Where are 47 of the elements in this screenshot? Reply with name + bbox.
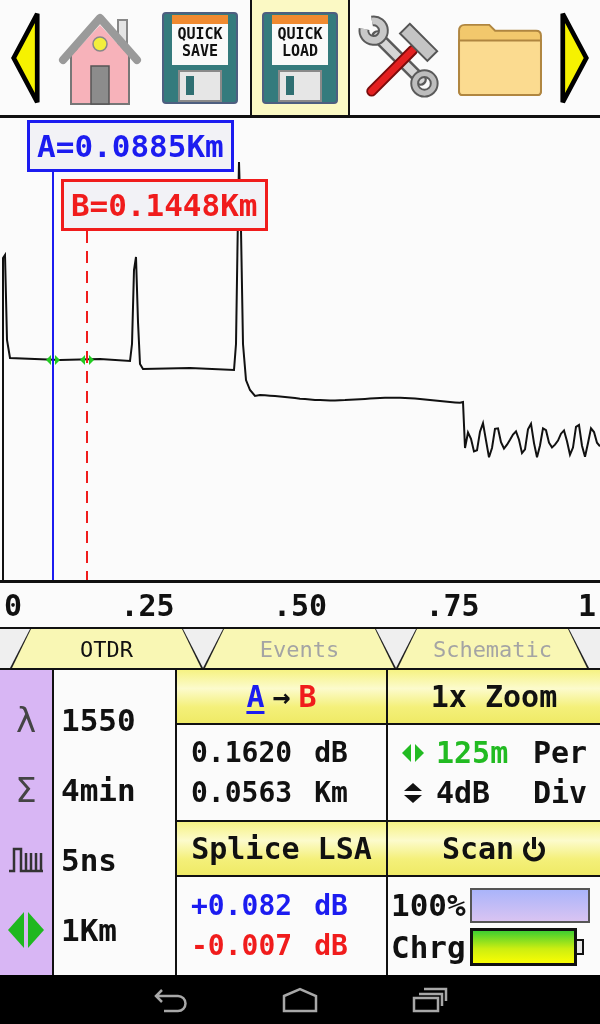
scale-unit: Div xyxy=(533,773,589,812)
floppy-shutter-icon xyxy=(278,69,322,102)
setting-value[interactable]: 4min xyxy=(61,772,136,808)
cursor-marker-icon xyxy=(79,355,94,365)
up-down-arrows-icon xyxy=(402,782,424,803)
splice-value: +0.082 xyxy=(191,888,293,924)
scan-progress-reading: 100% xyxy=(391,886,466,924)
scale-value[interactable]: 4dB xyxy=(436,772,521,813)
scan-button[interactable]: Scan xyxy=(388,822,600,877)
power-icon xyxy=(522,835,547,862)
reading-unit: Km xyxy=(314,774,348,811)
setting-value[interactable]: 1Km xyxy=(61,912,117,948)
cursor-line[interactable] xyxy=(85,231,88,580)
reading-value: 0.1620 xyxy=(191,734,293,771)
scale-unit: Per xyxy=(533,733,589,772)
setting-symbol: λ xyxy=(15,703,37,737)
axis-label: .75 xyxy=(425,587,480,623)
reading-value: 0.0563 xyxy=(191,774,293,811)
splice-unit: dB xyxy=(314,928,348,964)
cursor-marker-icon xyxy=(46,355,61,365)
axis-label: .50 xyxy=(272,587,328,623)
back-icon[interactable] xyxy=(152,986,188,1013)
left-right-arrows-icon xyxy=(8,912,44,948)
setting-symbol: Σ xyxy=(15,773,37,807)
left-right-arrows-icon xyxy=(402,742,424,763)
reading-unit: dB xyxy=(314,734,348,771)
floppy-shutter-icon xyxy=(178,69,222,102)
axis-label: 0 xyxy=(4,587,23,623)
recents-icon[interactable] xyxy=(412,986,448,1013)
splice-unit: dB xyxy=(314,888,348,924)
pulse-width-icon xyxy=(8,847,44,873)
axis-label: .25 xyxy=(120,587,175,623)
battery-icon xyxy=(469,928,584,966)
tab[interactable]: OTDR xyxy=(10,629,203,668)
cursor-pair-button[interactable]: A → B xyxy=(177,670,388,725)
quick-load-button[interactable]: QUICK LOAD xyxy=(250,0,350,115)
cursor-reading-label: A=0.0885Km xyxy=(27,120,234,172)
home-icon[interactable] xyxy=(282,986,318,1013)
cursor-line[interactable] xyxy=(52,172,55,580)
setting-value[interactable]: 5ns xyxy=(61,842,117,878)
splice-value: -0.007 xyxy=(191,928,293,964)
battery-label: Chrg xyxy=(391,928,466,966)
cursor-reading-label: B=0.1448Km xyxy=(60,179,268,231)
setting-value[interactable]: 1550 xyxy=(61,702,136,738)
zoom-button[interactable]: 1x Zoom xyxy=(388,670,600,725)
splice-loss-button[interactable]: Splice LSA xyxy=(177,822,388,877)
axis-label: 1 xyxy=(577,587,596,623)
